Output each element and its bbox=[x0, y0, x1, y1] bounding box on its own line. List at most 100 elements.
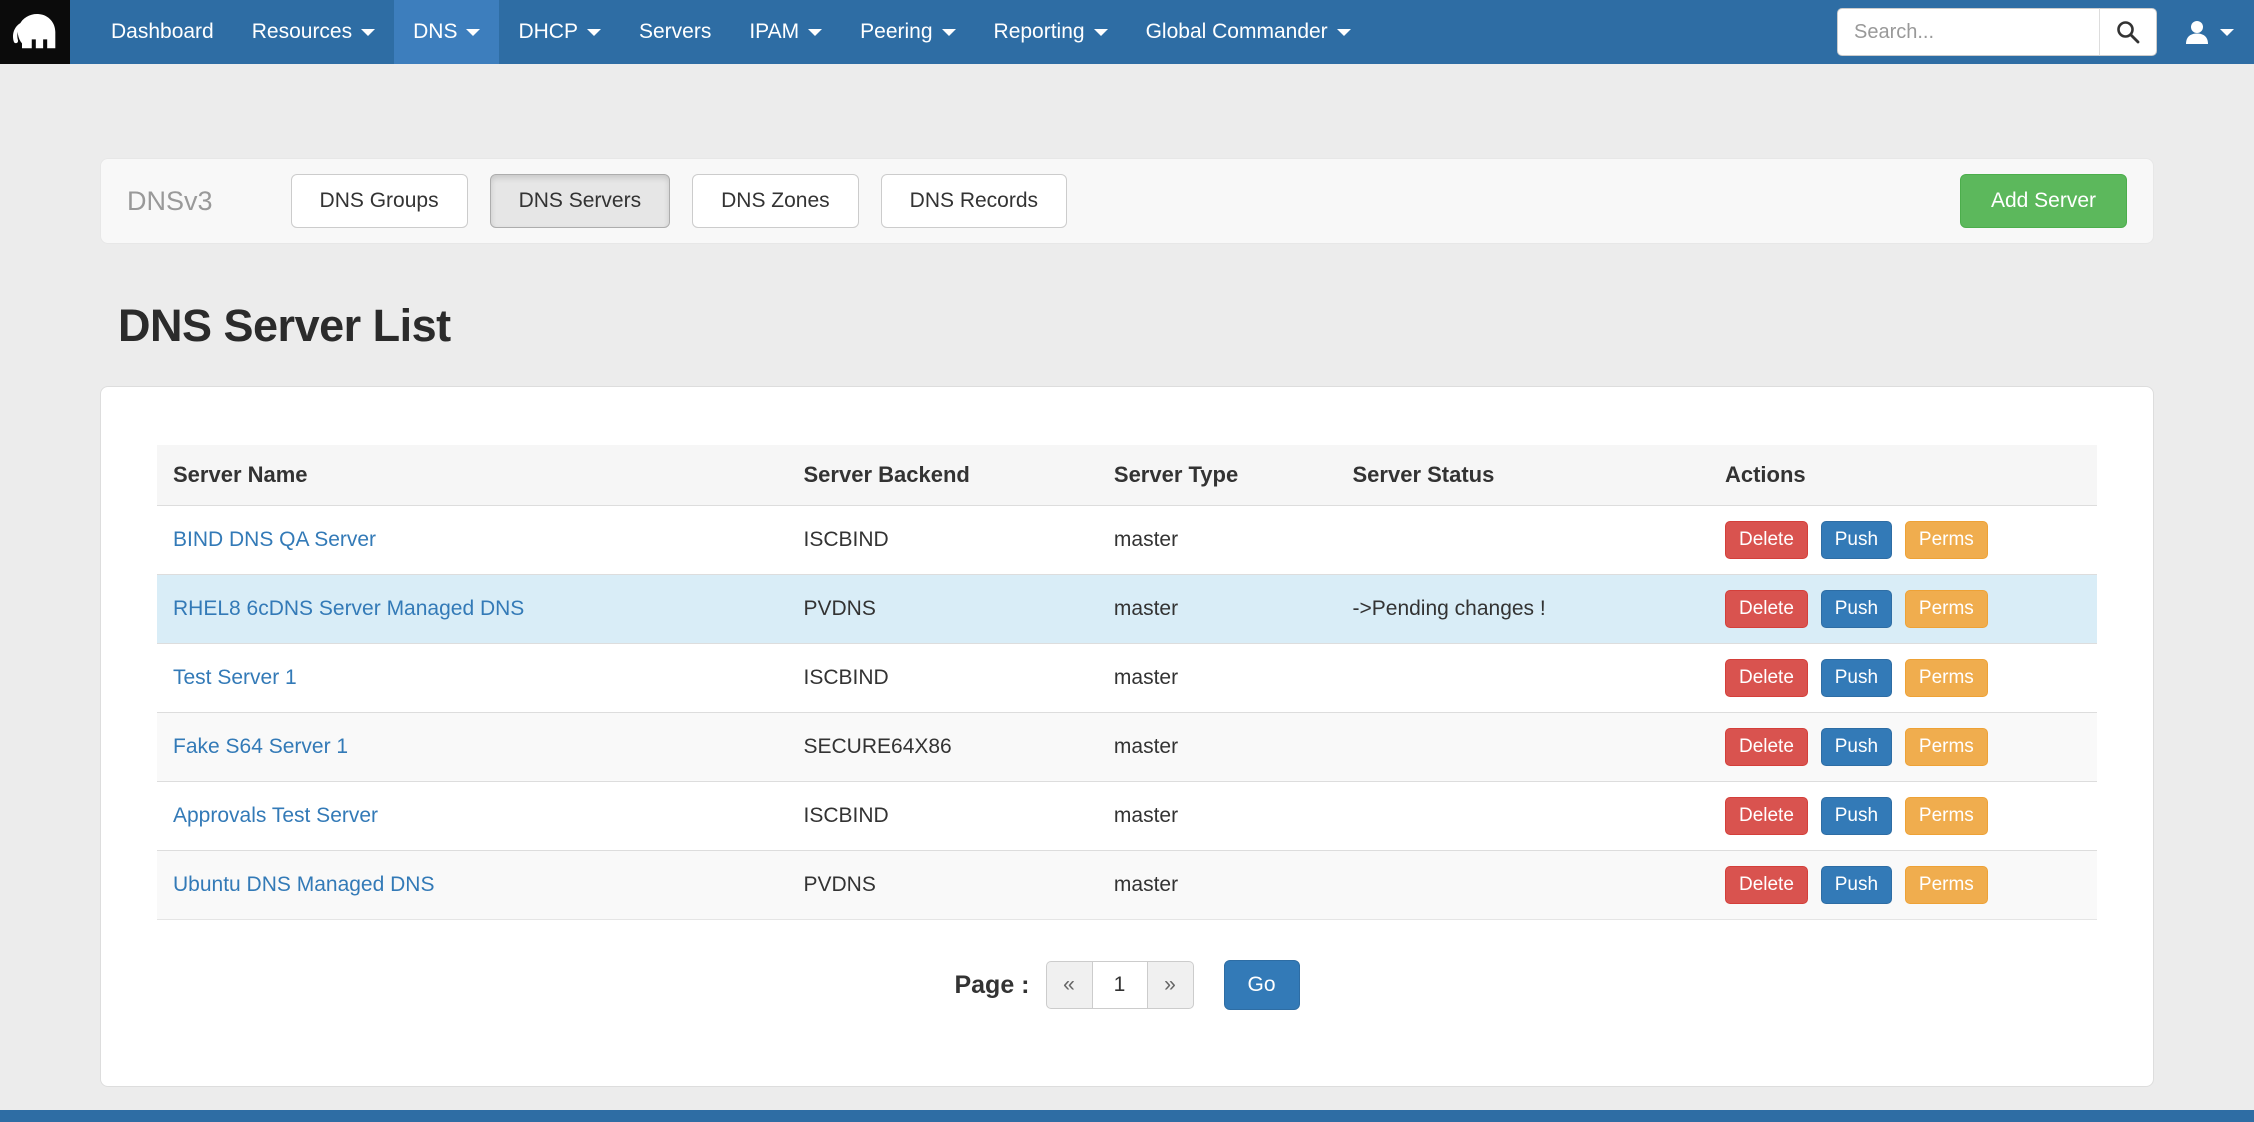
footer-bar bbox=[0, 1110, 2254, 1122]
server-backend-cell: ISCBIND bbox=[788, 782, 1098, 851]
server-backend-cell: ISCBIND bbox=[788, 644, 1098, 713]
push-button[interactable]: Push bbox=[1821, 866, 1892, 904]
user-icon bbox=[2183, 18, 2211, 46]
server-backend-cell: PVDNS bbox=[788, 575, 1098, 644]
user-menu[interactable] bbox=[2179, 12, 2238, 52]
nav-item-peering: Peering bbox=[841, 0, 974, 64]
push-button[interactable]: Push bbox=[1821, 797, 1892, 835]
search-group bbox=[1837, 8, 2157, 56]
nav-label: IPAM bbox=[749, 20, 799, 44]
server-backend-cell: PVDNS bbox=[788, 851, 1098, 920]
go-button[interactable]: Go bbox=[1224, 960, 1300, 1010]
logo-mammoth-icon[interactable] bbox=[0, 0, 70, 64]
nav-label: Resources bbox=[252, 20, 352, 44]
server-type-cell: master bbox=[1098, 782, 1337, 851]
server-type-cell: master bbox=[1098, 851, 1337, 920]
column-header-server-status: Server Status bbox=[1337, 445, 1709, 506]
search-button[interactable] bbox=[2099, 8, 2157, 56]
nav-item-reporting: Reporting bbox=[975, 0, 1127, 64]
nav-item-resources: Resources bbox=[233, 0, 394, 64]
tab-dns-groups[interactable]: DNS Groups bbox=[291, 174, 468, 228]
nav-label: DNS bbox=[413, 20, 457, 44]
nav-label: Servers bbox=[639, 20, 711, 44]
column-header-server-backend: Server Backend bbox=[788, 445, 1098, 506]
page-number-input[interactable] bbox=[1092, 961, 1148, 1009]
nav-label: Peering bbox=[860, 20, 932, 44]
server-name-link[interactable]: Approvals Test Server bbox=[173, 804, 378, 827]
server-name-link[interactable]: RHEL8 6cDNS Server Managed DNS bbox=[173, 597, 524, 620]
mammoth-icon bbox=[9, 6, 61, 58]
delete-button[interactable]: Delete bbox=[1725, 866, 1808, 904]
server-name-link[interactable]: Fake S64 Server 1 bbox=[173, 735, 348, 758]
server-status-cell bbox=[1337, 851, 1709, 920]
tab-dns-servers[interactable]: DNS Servers bbox=[490, 174, 671, 228]
nav-label: Global Commander bbox=[1146, 20, 1328, 44]
nav-label: Reporting bbox=[994, 20, 1085, 44]
caret-down-icon bbox=[942, 29, 956, 36]
top-navbar: Dashboard Resources DNS DHCP Servers IPA… bbox=[0, 0, 2254, 64]
pagination: Page : « » Go bbox=[157, 960, 2097, 1010]
column-header-actions: Actions bbox=[1709, 445, 2097, 506]
delete-button[interactable]: Delete bbox=[1725, 659, 1808, 697]
nav-item-ipam: IPAM bbox=[730, 0, 841, 64]
prev-page-button[interactable]: « bbox=[1046, 961, 1092, 1009]
table-row: Approvals Test Server ISCBIND master Del… bbox=[157, 782, 2097, 851]
perms-button[interactable]: Perms bbox=[1905, 797, 1988, 835]
caret-down-icon bbox=[587, 29, 601, 36]
server-backend-cell: SECURE64X86 bbox=[788, 713, 1098, 782]
dns-server-table: Server Name Server Backend Server Type S… bbox=[157, 445, 2097, 920]
caret-down-icon bbox=[808, 29, 822, 36]
server-status-cell bbox=[1337, 713, 1709, 782]
perms-button[interactable]: Perms bbox=[1905, 590, 1988, 628]
search-icon bbox=[2115, 19, 2141, 45]
dnsv3-brand: DNSv3 bbox=[127, 186, 213, 217]
server-name-link[interactable]: Test Server 1 bbox=[173, 666, 297, 689]
perms-button[interactable]: Perms bbox=[1905, 728, 1988, 766]
table-row: RHEL8 6cDNS Server Managed DNS PVDNS mas… bbox=[157, 575, 2097, 644]
perms-button[interactable]: Perms bbox=[1905, 659, 1988, 697]
delete-button[interactable]: Delete bbox=[1725, 590, 1808, 628]
server-status-cell: ->Pending changes ! bbox=[1337, 575, 1709, 644]
page-label: Page : bbox=[954, 971, 1029, 1000]
table-row: BIND DNS QA Server ISCBIND master Delete… bbox=[157, 506, 2097, 575]
server-status-cell bbox=[1337, 644, 1709, 713]
server-type-cell: master bbox=[1098, 644, 1337, 713]
actions-cell: Delete Push Perms bbox=[1709, 713, 2097, 782]
delete-button[interactable]: Delete bbox=[1725, 728, 1808, 766]
delete-button[interactable]: Delete bbox=[1725, 797, 1808, 835]
table-row: Ubuntu DNS Managed DNS PVDNS master Dele… bbox=[157, 851, 2097, 920]
server-type-cell: master bbox=[1098, 575, 1337, 644]
server-name-link[interactable]: Ubuntu DNS Managed DNS bbox=[173, 873, 434, 896]
server-name-link[interactable]: BIND DNS QA Server bbox=[173, 528, 376, 551]
add-server-button[interactable]: Add Server bbox=[1960, 174, 2127, 228]
tab-dns-zones[interactable]: DNS Zones bbox=[692, 174, 859, 228]
server-list-card: Server Name Server Backend Server Type S… bbox=[100, 386, 2154, 1087]
caret-down-icon bbox=[1337, 29, 1351, 36]
server-status-cell bbox=[1337, 782, 1709, 851]
next-page-button[interactable]: » bbox=[1148, 961, 1194, 1009]
nav-item-servers: Servers bbox=[620, 0, 730, 64]
pager-group: « » bbox=[1046, 961, 1194, 1009]
caret-down-icon bbox=[2220, 29, 2234, 36]
column-header-server-name: Server Name bbox=[157, 445, 788, 506]
push-button[interactable]: Push bbox=[1821, 659, 1892, 697]
caret-down-icon bbox=[466, 29, 480, 36]
push-button[interactable]: Push bbox=[1821, 590, 1892, 628]
table-row: Fake S64 Server 1 SECURE64X86 master Del… bbox=[157, 713, 2097, 782]
push-button[interactable]: Push bbox=[1821, 728, 1892, 766]
nav-label: Dashboard bbox=[111, 20, 214, 44]
perms-button[interactable]: Perms bbox=[1905, 521, 1988, 559]
nav-item-dashboard: Dashboard bbox=[92, 0, 233, 64]
push-button[interactable]: Push bbox=[1821, 521, 1892, 559]
delete-button[interactable]: Delete bbox=[1725, 521, 1808, 559]
tab-dns-records[interactable]: DNS Records bbox=[881, 174, 1067, 228]
server-status-cell bbox=[1337, 506, 1709, 575]
actions-cell: Delete Push Perms bbox=[1709, 506, 2097, 575]
actions-cell: Delete Push Perms bbox=[1709, 782, 2097, 851]
server-type-cell: master bbox=[1098, 713, 1337, 782]
nav-item-global-commander: Global Commander bbox=[1127, 0, 1370, 64]
navbar-right bbox=[1837, 0, 2254, 64]
nav-label: DHCP bbox=[518, 20, 578, 44]
search-input[interactable] bbox=[1837, 8, 2099, 56]
perms-button[interactable]: Perms bbox=[1905, 866, 1988, 904]
